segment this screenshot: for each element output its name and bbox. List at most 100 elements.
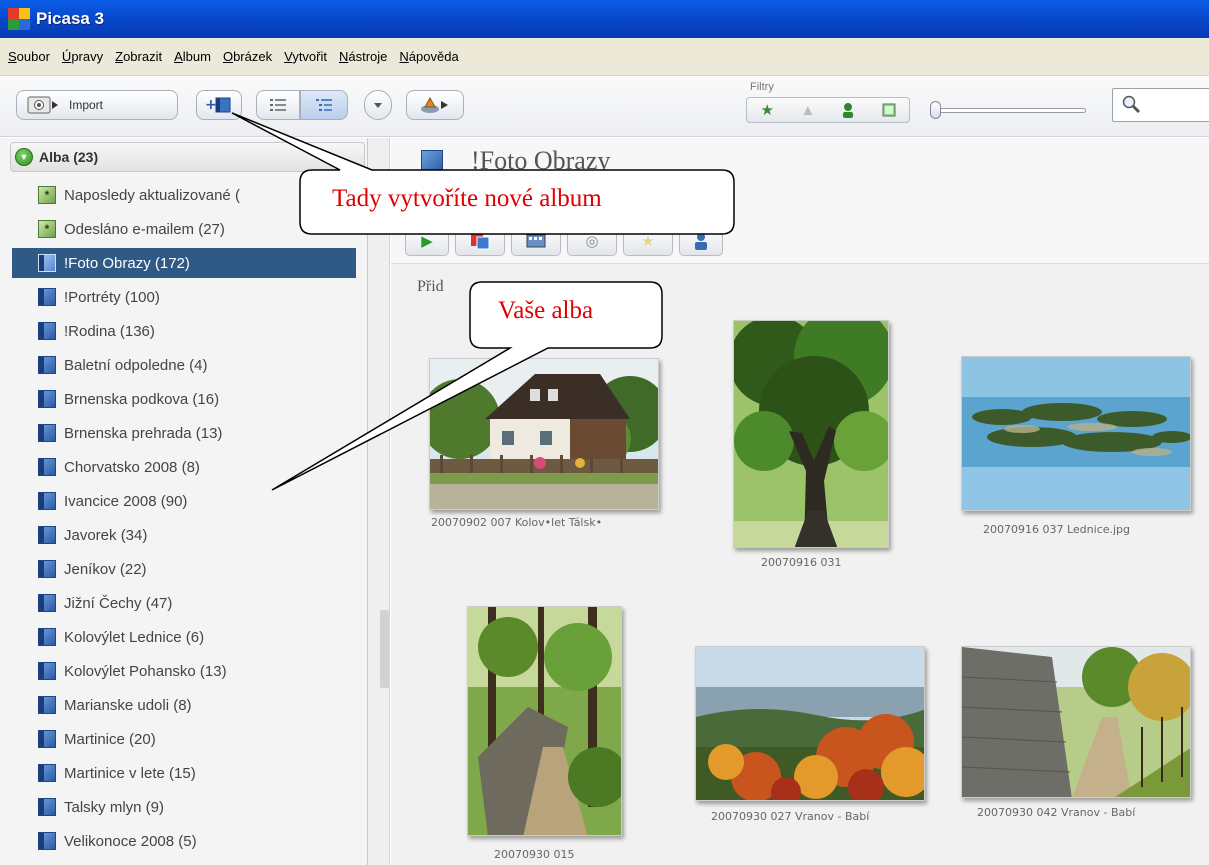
geotag-button[interactable]: ◎ — [567, 226, 617, 256]
album-content: !Foto Obrazy ▶ ◎ ★ Přid 20070902 007 Kol… — [391, 138, 1209, 865]
movie-button[interactable] — [511, 226, 561, 256]
sidebar-album-item[interactable]: Velikonoce 2008 (5) — [12, 826, 356, 856]
new-album-button[interactable]: + — [196, 90, 242, 120]
albums-group-label: Alba (23) — [39, 149, 99, 165]
expand-toggle-icon[interactable]: ▼ — [15, 148, 33, 166]
photo-thumbnail[interactable] — [961, 356, 1191, 511]
list-view-button[interactable] — [256, 90, 300, 120]
upload-button[interactable] — [406, 90, 464, 120]
photo-caption: 20070930 027 Vranov - Babí — [711, 810, 870, 823]
album-item-label: Brnenska prehrada (13) — [64, 424, 223, 442]
photo-thumbnail[interactable] — [733, 320, 889, 548]
sidebar-album-item[interactable]: Kolovýlet Pohansko (13) — [12, 656, 356, 686]
splitter-grip[interactable] — [380, 610, 389, 688]
upload-filter-button[interactable]: ▲ — [793, 100, 823, 120]
photo-caption: 20070916 037 Lednice.jpg — [983, 523, 1131, 536]
album-icon — [421, 150, 443, 174]
sidebar-album-item[interactable]: !Rodina (136) — [12, 316, 356, 346]
photo-thumbnail[interactable] — [467, 606, 622, 836]
menu-zobrazit[interactable]: Zobrazit — [115, 49, 162, 64]
album-item-label: Baletní odpoledne (4) — [64, 356, 208, 374]
album-icon — [38, 832, 56, 850]
sidebar-album-item[interactable]: !Portréty (100) — [12, 282, 356, 312]
people-button[interactable] — [679, 226, 723, 256]
album-icon — [38, 322, 56, 340]
album-item-label: Brnenska podkova (16) — [64, 390, 220, 408]
album-item-label: Velikonoce 2008 (5) — [64, 832, 197, 850]
album-icon — [38, 798, 56, 816]
tree-view-button[interactable] — [300, 90, 348, 120]
photo-pond — [962, 357, 1190, 510]
sidebar-album-item[interactable]: * Odesláno e-mailem (27) — [12, 214, 356, 244]
menu-soubor[interactable]: Soubor — [8, 49, 50, 64]
album-action-bar: ▶ ◎ ★ — [405, 226, 723, 258]
photo-caption: 20070930 042 Vranov - Babí — [977, 806, 1136, 819]
album-item-label: Talsky mlyn (9) — [64, 798, 165, 816]
play-icon: ▶ — [421, 233, 433, 250]
callout-your-albums-text: Vaše alba — [498, 297, 594, 324]
sidebar-album-item[interactable]: Martinice (20) — [12, 724, 356, 754]
photo-thumbnail[interactable] — [961, 646, 1191, 798]
menu-napoveda[interactable]: Nápověda — [399, 49, 458, 64]
import-button[interactable]: Import — [16, 90, 178, 120]
album-icon — [38, 390, 56, 408]
menu-nastroje[interactable]: Nástroje — [339, 49, 387, 64]
album-item-label: Jižní Čechy (47) — [64, 594, 173, 612]
album-icon — [38, 356, 56, 374]
play-slideshow-button[interactable]: ▶ — [405, 226, 449, 256]
sidebar-album-item[interactable]: Chorvatsko 2008 (8) — [12, 452, 356, 482]
sidebar-album-item[interactable]: Jeníkov (22) — [12, 554, 356, 584]
album-item-label: Javorek (34) — [64, 526, 148, 544]
view-options-dropdown[interactable] — [364, 90, 392, 120]
globe-icon: ◎ — [585, 233, 599, 250]
photo-thumbnail[interactable] — [429, 358, 659, 510]
menu-upravy[interactable]: Úpravy — [62, 49, 103, 64]
sidebar-album-item[interactable]: Brnenska prehrada (13) — [12, 418, 356, 448]
album-icon — [38, 662, 56, 680]
sidebar-album-item[interactable]: * Naposledy aktualizované ( — [12, 180, 356, 210]
sidebar-album-item[interactable]: Ivancice 2008 (90) — [12, 486, 356, 516]
photo-cottage — [430, 359, 658, 509]
album-title[interactable]: !Foto Obrazy — [471, 146, 610, 176]
album-icon — [38, 288, 56, 306]
people-filter-button[interactable] — [833, 100, 863, 120]
callout-new-album-text: Tady vytvoříte nové album — [332, 185, 602, 212]
sidebar-album-item[interactable]: Jižní Čechy (47) — [12, 588, 356, 618]
sidebar-album-item[interactable]: Kolovýlet Lednice (6) — [12, 622, 356, 652]
albums-group-header[interactable]: ▼ Alba (23) — [10, 142, 365, 172]
collage-button[interactable] — [455, 226, 505, 256]
album-icon — [38, 764, 56, 782]
panel-splitter[interactable] — [368, 138, 390, 865]
album-item-label: Odesláno e-mailem (27) — [64, 220, 225, 238]
photo-thumbnail[interactable] — [695, 646, 925, 801]
album-item-label: Jeníkov (22) — [64, 560, 147, 578]
photo-oak-tree — [734, 321, 888, 547]
sidebar-album-item[interactable]: Talsky mlyn (9) — [12, 792, 356, 822]
camera-icon — [27, 96, 58, 114]
menu-obrazek[interactable]: Obrázek — [223, 49, 272, 64]
sidebar-album-item[interactable]: Baletní odpoledne (4) — [12, 350, 356, 380]
album-item-label: Kolovýlet Lednice (6) — [64, 628, 205, 646]
star-filter-button[interactable]: ★ — [752, 100, 782, 120]
menu-vytvorit[interactable]: Vytvořit — [284, 49, 327, 64]
arrow-up-icon: ▲ — [800, 101, 816, 119]
album-icon — [38, 730, 56, 748]
filter-slider-track[interactable] — [936, 108, 1086, 113]
smart-album-icon: * — [38, 220, 56, 238]
window-title: Picasa 3 — [36, 9, 105, 28]
sidebar-album-item[interactable]: Brnenska podkova (16) — [12, 384, 356, 414]
video-filter-button[interactable] — [874, 100, 904, 120]
search-input[interactable] — [1112, 88, 1209, 122]
sidebar-album-item[interactable]: Marianske udoli (8) — [12, 690, 356, 720]
sidebar-album-item[interactable]: Javorek (34) — [12, 520, 356, 550]
sidebar-album-item[interactable]: Martinice v lete (15) — [12, 758, 356, 788]
star-outline-icon: ★ — [641, 233, 655, 250]
sidebar-album-item[interactable]: !Foto Obrazy (172) — [12, 248, 356, 278]
album-item-label: Martinice v lete (15) — [64, 764, 196, 782]
filter-slider-thumb[interactable] — [930, 101, 941, 119]
menu-album[interactable]: Album — [174, 49, 211, 64]
tree-view-icon — [316, 99, 332, 111]
photo-caption: 20070930 015 — [494, 848, 575, 861]
filters-group: ★ ▲ — [746, 97, 910, 123]
star-button[interactable]: ★ — [623, 226, 673, 256]
